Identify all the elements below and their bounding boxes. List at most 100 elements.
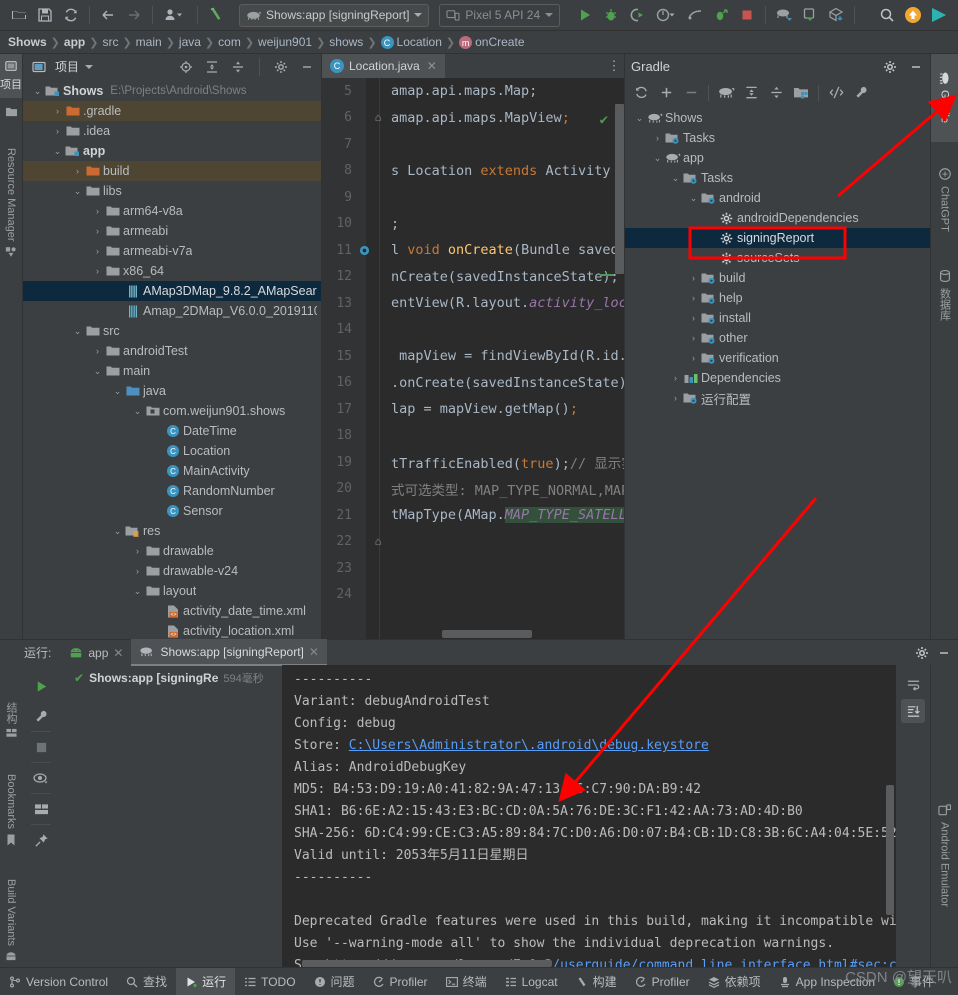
sidebar-item-chatgpt[interactable]: ChatGPT — [931, 146, 958, 252]
project-tree-row[interactable]: › arm64-v8a — [23, 201, 321, 221]
rerun-icon[interactable] — [28, 671, 54, 701]
status-bar-item-依赖项[interactable]: 依赖项 — [699, 968, 770, 995]
run-icon[interactable] — [572, 3, 598, 27]
update-available-icon[interactable] — [900, 3, 926, 27]
forward-arrow-icon[interactable] — [121, 3, 147, 27]
attach-profiler-icon[interactable] — [682, 3, 708, 27]
chevron-down-icon[interactable]: ⌄ — [111, 521, 124, 541]
back-arrow-icon[interactable] — [95, 3, 121, 27]
status-bar-item-app-inspection[interactable]: App Inspection — [770, 968, 884, 995]
avd-manager-icon[interactable] — [797, 3, 823, 27]
gradle-tree-row[interactable]: signingReport — [625, 228, 930, 248]
run-result-row[interactable]: ✔ Shows:app [signingRe 594毫秒 — [56, 669, 282, 687]
status-bar-item-运行[interactable]: 运行 — [176, 968, 236, 995]
sidebar-item-project[interactable]: 项目 — [0, 54, 22, 98]
gradle-tree-row[interactable]: ⌄ android — [625, 188, 930, 208]
project-tree-row[interactable]: ⌄ layout — [23, 581, 321, 601]
target-icon[interactable] — [176, 57, 196, 77]
gradle-tree-row[interactable]: › verification — [625, 348, 930, 368]
profile-icon[interactable] — [650, 3, 682, 27]
status-bar-item-事件[interactable]: 事件 — [884, 968, 943, 995]
expand-all-icon[interactable] — [739, 82, 763, 104]
project-tree[interactable]: ⌄ Shows E:\Projects\Android\Shows › .gradle ›… — [23, 79, 321, 640]
gradle-tree-row[interactable]: › build — [625, 268, 930, 288]
status-bar-item-终端[interactable]: 终端 — [437, 968, 496, 995]
close-icon[interactable]: ✕ — [309, 645, 319, 659]
project-tree-row[interactable]: C MainActivity — [23, 461, 321, 481]
collapse-all-icon[interactable] — [764, 82, 788, 104]
editor-horizontal-scrollbar[interactable] — [442, 630, 532, 638]
chevron-down-icon[interactable]: ⌄ — [91, 361, 104, 381]
chevron-down-icon[interactable] — [414, 13, 423, 17]
eye-filter-icon[interactable] — [28, 763, 54, 793]
gradle-minimize-icon[interactable] — [906, 57, 926, 77]
status-bar-item-todo[interactable]: TODO — [235, 968, 304, 995]
gradle-tree-row[interactable]: › other — [625, 328, 930, 348]
status-bar-item-version-control[interactable]: Version Control — [0, 968, 117, 995]
remove-icon[interactable] — [679, 82, 703, 104]
breadcrumb-item-shows-pkg[interactable]: shows — [329, 35, 363, 49]
project-tree-row[interactable]: › .idea — [23, 121, 321, 141]
wrench-icon[interactable] — [849, 82, 873, 104]
project-tree-row[interactable]: C DateTime — [23, 421, 321, 441]
close-icon[interactable]: ✕ — [113, 646, 123, 660]
stop-icon[interactable] — [734, 3, 760, 27]
settings-gear-icon[interactable] — [271, 57, 291, 77]
refresh-icon[interactable] — [629, 82, 653, 104]
console-vertical-scrollbar[interactable] — [886, 785, 894, 915]
project-tree-row[interactable]: › armeabi-v7a — [23, 241, 321, 261]
chevron-right-icon[interactable]: › — [687, 268, 700, 288]
chevron-right-icon[interactable]: › — [131, 561, 144, 581]
chevron-right-icon[interactable]: › — [669, 368, 682, 388]
gradle-elephant-icon[interactable] — [714, 82, 738, 104]
breadcrumb-item-app[interactable]: app — [64, 35, 85, 49]
breadcrumb-item-location[interactable]: C Location — [380, 35, 442, 50]
chevron-right-icon[interactable]: › — [91, 201, 104, 221]
project-tree-row[interactable]: <> activity_location.xml — [23, 621, 321, 640]
status-bar-item-构建[interactable]: 构建 — [567, 968, 626, 995]
breadcrumb-item-src[interactable]: src — [102, 35, 118, 49]
code-viewport[interactable]: 5 amap.api.maps.Map; 6 ⌂ amap.api.maps.MapVi… — [322, 78, 624, 640]
sdk-manager-icon[interactable] — [823, 3, 849, 27]
add-icon[interactable] — [654, 82, 678, 104]
chevron-right-icon[interactable]: › — [91, 221, 104, 241]
chevron-down-icon[interactable]: ⌄ — [687, 188, 700, 208]
sidebar-item-structure[interactable]: 结构 — [0, 685, 22, 755]
gradle-tree-row[interactable]: › help — [625, 288, 930, 308]
project-tree-row[interactable]: ⌄ java — [23, 381, 321, 401]
console-link[interactable]: C:\Users\Administrator\.android\debug.ke… — [349, 738, 709, 753]
run-tab-app[interactable]: app ✕ — [61, 640, 131, 665]
chevron-down-icon[interactable]: ⌄ — [71, 181, 84, 201]
gradle-tree-row[interactable]: androidDependencies — [625, 208, 930, 228]
gradle-tree[interactable]: ⌄ Shows › Tasks ⌄ app ⌄ Tasks ⌄ android androidDep… — [625, 106, 930, 640]
chevron-right-icon[interactable]: › — [51, 121, 64, 141]
fold-marker[interactable]: ⌂ — [371, 111, 385, 124]
project-tree-row[interactable]: › build — [23, 161, 321, 181]
sidebar-item-resource-manager[interactable]: Resource Manager — [0, 128, 22, 278]
project-tree-row[interactable]: C Location — [23, 441, 321, 461]
wrench-icon[interactable] — [28, 701, 54, 731]
project-tree-row[interactable]: › androidTest — [23, 341, 321, 361]
fold-marker[interactable]: ⌂ — [371, 535, 385, 548]
breadcrumb-item-java[interactable]: java — [179, 35, 201, 49]
chevron-right-icon[interactable]: › — [131, 541, 144, 561]
sidebar-item-folder[interactable] — [0, 100, 22, 122]
gradle-tree-row[interactable]: › Dependencies — [625, 368, 930, 388]
run-coverage-icon[interactable] — [624, 3, 650, 27]
chevron-right-icon[interactable]: › — [91, 241, 104, 261]
chevron-down-icon[interactable]: ⌄ — [131, 581, 144, 601]
open-module-icon[interactable] — [789, 82, 813, 104]
chevron-down-icon[interactable]: ⌄ — [111, 381, 124, 401]
breadcrumb-item-shows[interactable]: Shows — [8, 35, 47, 49]
chevron-down-icon[interactable]: ⌄ — [51, 141, 64, 161]
save-icon[interactable] — [32, 3, 58, 27]
stop-icon[interactable] — [28, 732, 54, 762]
sync-icon[interactable] — [58, 3, 84, 27]
minimize-icon[interactable] — [297, 57, 317, 77]
run-configuration-selector[interactable]: Shows:app [signingReport] — [239, 3, 430, 27]
project-tree-row[interactable]: ⌄ com.weijun901.shows — [23, 401, 321, 421]
debug-icon[interactable] — [598, 3, 624, 27]
layout-icon[interactable] — [28, 794, 54, 824]
editor-options-icon[interactable]: ⋮ — [604, 54, 624, 78]
status-bar-item-查找[interactable]: 查找 — [117, 968, 176, 995]
